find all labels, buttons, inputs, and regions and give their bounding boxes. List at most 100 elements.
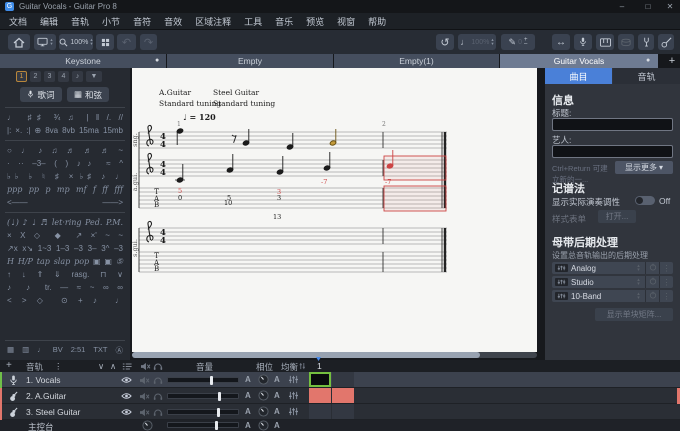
eq-sliders-icon[interactable] bbox=[288, 407, 299, 416]
loop-button[interactable]: ↺ bbox=[436, 34, 454, 50]
mute-icon[interactable] bbox=[139, 376, 150, 385]
tempo-button[interactable]: ♩ 100% ▴▾ bbox=[458, 34, 496, 50]
power-icon[interactable] bbox=[646, 277, 659, 287]
voice-1-button[interactable]: 1 bbox=[16, 71, 27, 82]
minimize-button[interactable]: – bbox=[612, 0, 632, 13]
title-input[interactable] bbox=[552, 118, 673, 131]
slider-thumb[interactable] bbox=[217, 408, 220, 417]
zoom-control[interactable]: 100% ▴▾ bbox=[59, 34, 93, 50]
drums-button[interactable] bbox=[618, 34, 634, 50]
pan-knob[interactable] bbox=[258, 374, 269, 385]
kebab-menu-icon[interactable]: ⋮ bbox=[660, 292, 673, 301]
bar-cell-selected[interactable] bbox=[309, 372, 331, 387]
slash-notation-icon[interactable]: ♩ bbox=[37, 345, 45, 356]
show-more-button[interactable]: 显示更多 ▾ bbox=[615, 161, 673, 174]
effect-selector-stepper[interactable]: ▴▾ bbox=[632, 292, 645, 300]
pan-automation-button[interactable]: A bbox=[274, 375, 280, 384]
add-tab-button[interactable]: + bbox=[664, 54, 680, 68]
palette-row-letring[interactable]: (♩) ♪ ♩ ♬ let·ring Ped. P.M. bbox=[7, 218, 123, 227]
fretboard-diagram-icon[interactable]: ▥ bbox=[22, 345, 29, 356]
effect-selector-stepper[interactable]: ▴▾ bbox=[632, 278, 645, 286]
score-page[interactable]: A.Guitar Standard tuning Steel Guitar St… bbox=[132, 68, 537, 352]
bar-cell[interactable] bbox=[332, 404, 354, 419]
master-pan-knob[interactable] bbox=[258, 420, 269, 431]
solo-headphones-icon[interactable] bbox=[153, 408, 163, 417]
palette-row-accents[interactable]: < > ◇ ⊙ + ♪ ♩ bbox=[7, 296, 123, 305]
tab-guitar-vocals[interactable]: Guitar Vocals bbox=[500, 54, 658, 68]
tab-fret[interactable]: 3 bbox=[277, 194, 281, 202]
volume-slider[interactable] bbox=[167, 377, 239, 383]
track-list-icon[interactable] bbox=[122, 362, 132, 371]
fretboard-button[interactable] bbox=[658, 34, 674, 50]
pedalboard-matrix-button[interactable]: 显示单块矩阵... bbox=[595, 308, 673, 321]
mute-icon[interactable] bbox=[139, 392, 150, 401]
artist-input[interactable] bbox=[552, 145, 673, 158]
palette-row-dynamics[interactable]: ppp pp p mp mf f ff fff bbox=[7, 185, 123, 194]
menu-tools[interactable]: 工具 bbox=[244, 15, 262, 28]
master-volume-automation[interactable]: A bbox=[245, 421, 251, 430]
master-input-knob[interactable] bbox=[142, 420, 153, 431]
home-button[interactable] bbox=[8, 34, 30, 50]
bar-cell-filled[interactable] bbox=[332, 388, 354, 403]
transpose-toggle[interactable] bbox=[635, 196, 655, 205]
palette-row-strokes[interactable]: ↑ ↓ ⇑ ⇓ rasg. ⊓ ∨ bbox=[7, 270, 123, 279]
master-row[interactable]: 主控台 A A bbox=[0, 420, 680, 431]
filter-dropdown-button[interactable]: ▼ bbox=[86, 71, 102, 82]
slider-thumb[interactable] bbox=[215, 421, 218, 430]
master-effect-studio[interactable]: Studio ▴▾ ⋮ bbox=[552, 276, 673, 288]
layout-button[interactable] bbox=[96, 34, 114, 50]
menu-bar-menu[interactable]: 小节 bbox=[102, 15, 120, 28]
solo-headphones-icon[interactable] bbox=[153, 362, 163, 371]
menu-window[interactable]: 视窗 bbox=[337, 15, 355, 28]
tuner-button[interactable] bbox=[638, 34, 654, 50]
voice-2-button[interactable]: 2 bbox=[30, 71, 41, 82]
volume-automation-button[interactable]: A bbox=[245, 375, 251, 384]
volume-automation-button[interactable]: A bbox=[245, 407, 251, 416]
master-volume-slider[interactable] bbox=[167, 422, 239, 428]
visibility-eye-icon[interactable] bbox=[121, 392, 132, 400]
volume-automation-button[interactable]: A bbox=[245, 391, 251, 400]
tab-annotation[interactable]: -7 bbox=[385, 178, 391, 186]
slider-thumb[interactable] bbox=[218, 392, 221, 401]
undo-button[interactable]: ↶ bbox=[117, 34, 136, 50]
menu-preview[interactable]: 预览 bbox=[306, 15, 324, 28]
kebab-menu-icon[interactable]: ⋮ bbox=[660, 264, 673, 273]
redo-button[interactable]: ↷ bbox=[140, 34, 157, 50]
expand-icon[interactable]: ∧ bbox=[110, 361, 116, 372]
menu-effects[interactable]: 音效 bbox=[164, 15, 182, 28]
track-row-steel-guitar[interactable]: 3. Steel Guitar A A bbox=[0, 404, 680, 420]
tab-track[interactable]: 音轨 bbox=[613, 68, 680, 84]
menu-file[interactable]: 文档 bbox=[9, 15, 27, 28]
bar-cell-filled[interactable] bbox=[309, 388, 331, 403]
tab-fret[interactable]: 0 bbox=[178, 194, 182, 202]
stretch-button[interactable]: ↔ bbox=[552, 34, 570, 50]
kebab-menu-icon[interactable]: ⋮ bbox=[54, 361, 63, 372]
palette-row-harmonics[interactable]: × X ◇ ◆ ↗ ×' ~ ~ bbox=[7, 231, 123, 240]
tab-fret[interactable]: 10 bbox=[224, 199, 232, 207]
menu-help[interactable]: 帮助 bbox=[368, 15, 386, 28]
multivoice-button[interactable]: ♪ bbox=[72, 71, 83, 82]
text-button[interactable]: TXT bbox=[93, 345, 107, 356]
palette-row-hairpins[interactable]: <—— ——> bbox=[7, 198, 123, 207]
voice-4-button[interactable]: 4 bbox=[58, 71, 69, 82]
eq-sliders-icon[interactable] bbox=[288, 375, 299, 384]
bv-marker-button[interactable]: BV bbox=[53, 345, 63, 356]
menu-markers[interactable]: 区域注释 bbox=[195, 15, 231, 28]
palette-row-slides[interactable]: ↗x x↘ 1~3 1–3 –3 3– 3^ –3 bbox=[7, 244, 123, 253]
power-icon[interactable] bbox=[646, 291, 659, 301]
display-mode-button[interactable]: ▴▾ bbox=[34, 34, 56, 50]
palette-row-barlines[interactable]: |: ×. :| ⊕ 8va 8vb 15ma 15mb bbox=[7, 126, 123, 135]
tab-keystone[interactable]: Keystone bbox=[0, 54, 166, 68]
virtual-keyboard-button[interactable] bbox=[596, 34, 614, 50]
palette-row-durations[interactable]: ○ ♩ ♪ ♫ ♬ ♬ ♬ ~ bbox=[7, 146, 123, 155]
track-row-aguitar[interactable]: 2. A.Guitar A A bbox=[0, 388, 680, 404]
palette-row-ornaments[interactable]: ♪ ♪ tr. — ≈ ~ ∞ ∞ bbox=[7, 283, 123, 292]
chords-button[interactable]: ▦ 和弦 bbox=[67, 87, 109, 102]
bar-cell[interactable] bbox=[309, 404, 331, 419]
scrollbar-thumb[interactable] bbox=[132, 352, 480, 358]
power-icon[interactable] bbox=[646, 263, 659, 273]
eq-sliders-icon[interactable] bbox=[288, 391, 299, 400]
collapse-icon[interactable]: ∨ bbox=[98, 361, 104, 372]
section-marker-button[interactable]: Ⓐ bbox=[115, 345, 123, 356]
chord-diagram-icon[interactable]: ▦ bbox=[7, 345, 14, 356]
